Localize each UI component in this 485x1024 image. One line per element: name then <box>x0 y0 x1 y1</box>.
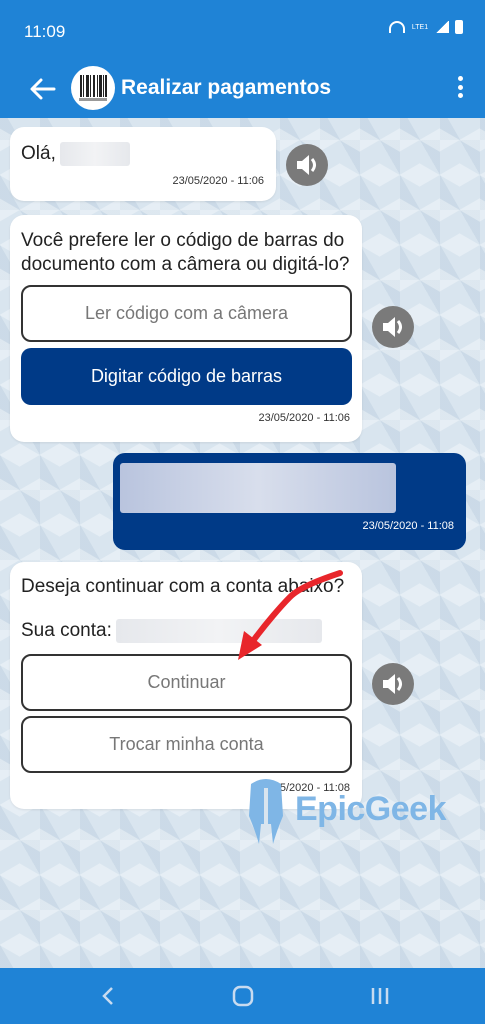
message-time: 23/05/2020 - 11:06 <box>172 175 264 187</box>
watermark-text: EpicGeek <box>295 790 446 828</box>
account-label: Sua conta: <box>21 620 112 641</box>
app-bar: Realizar pagamentos <box>0 62 485 118</box>
message-time: 23/05/2020 - 11:06 <box>258 412 350 424</box>
annotation-arrow-icon <box>238 570 343 660</box>
change-account-button[interactable]: Trocar minha conta <box>21 716 352 773</box>
more-vert-icon[interactable] <box>455 76 465 104</box>
battery-icon <box>455 20 463 34</box>
barcode-logo-icon <box>71 66 115 110</box>
type-barcode-button[interactable]: Digitar código de barras <box>21 348 352 405</box>
blurred-name <box>59 142 130 166</box>
signal-icon <box>435 21 449 33</box>
epicgeek-watermark: EpicGeek <box>243 772 463 852</box>
status-icons: LTE1 <box>389 20 463 34</box>
message-time: 23/05/2020 - 11:08 <box>362 520 454 532</box>
speaker-icon[interactable] <box>286 144 328 186</box>
choice-question: Você prefere ler o código de barras do d… <box>21 230 350 275</box>
nav-home-icon[interactable] <box>232 985 254 1007</box>
helmet-logo-icon <box>249 779 283 844</box>
wifi-icon <box>389 21 405 33</box>
greeting-bubble: Olá, 23/05/2020 - 11:06 <box>10 127 276 201</box>
back-arrow-icon[interactable] <box>28 74 58 104</box>
status-bar: 11:09 LTE1 <box>0 0 485 62</box>
page-title: Realizar pagamentos <box>121 76 332 99</box>
nav-back-icon[interactable] <box>98 985 118 1007</box>
blurred-barcode <box>120 463 396 513</box>
nav-recents-icon[interactable] <box>369 985 391 1007</box>
lte-label: LTE1 <box>411 23 429 31</box>
speaker-icon[interactable] <box>372 663 414 705</box>
status-time: 11:09 <box>24 22 66 41</box>
read-with-camera-button[interactable]: Ler código com a câmera <box>21 285 352 342</box>
system-nav-bar <box>0 968 485 1024</box>
greeting-text: Olá, <box>21 143 56 164</box>
speaker-icon[interactable] <box>372 306 414 348</box>
user-reply-bubble: 23/05/2020 - 11:08 <box>113 453 466 550</box>
